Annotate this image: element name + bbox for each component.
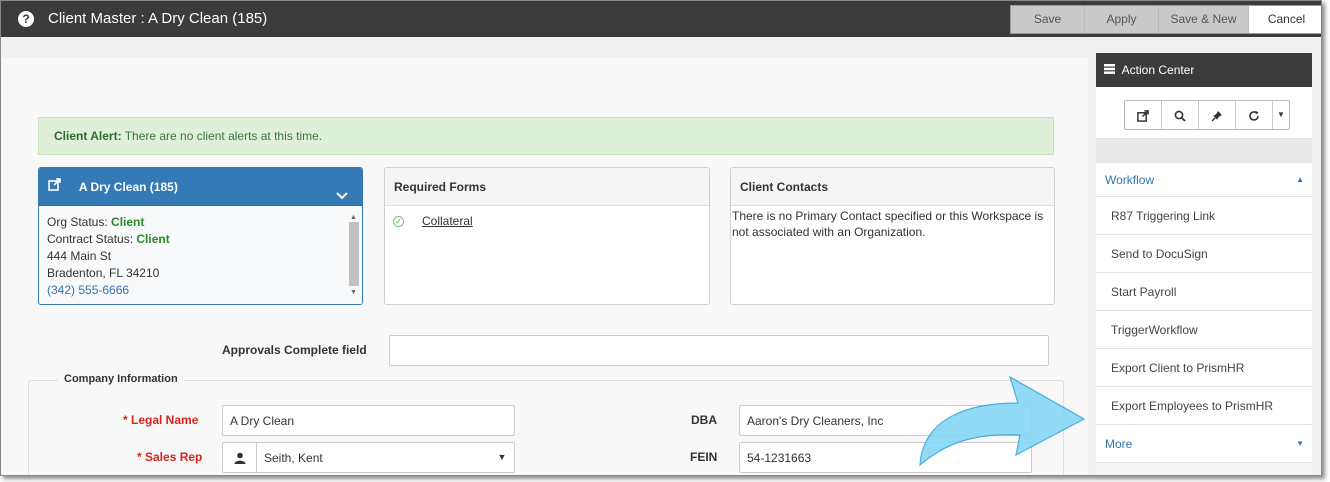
address-line-1: 444 Main St: [47, 249, 112, 263]
collateral-link[interactable]: Collateral: [422, 214, 473, 228]
action-center-title: Action Center: [1121, 63, 1195, 77]
more-label: More: [1105, 437, 1133, 451]
help-icon[interactable]: ?: [18, 11, 34, 27]
company-info-legend: Company Information: [58, 373, 184, 385]
sales-rep-value: Seith, Kent: [264, 451, 323, 465]
action-item[interactable]: Export Client to PrismHR: [1096, 349, 1312, 387]
title-button-group: Save Apply Save & New Cancel: [1010, 5, 1321, 34]
org-panel-title: A Dry Clean (185): [78, 180, 178, 194]
apply-button[interactable]: Apply: [1085, 6, 1159, 33]
sales-rep-select[interactable]: Seith, Kent ▼: [222, 442, 515, 473]
alert-text: There are no client alerts at this time.: [124, 129, 323, 143]
list-icon: [1104, 53, 1115, 87]
action-center: Action Center ▼ Workflow ▲ R87 Triggerin…: [1096, 53, 1312, 475]
caret-down-icon[interactable]: ▼: [490, 443, 514, 472]
org-panel-body: Org Status: Client Contract Status: Clie…: [39, 206, 362, 304]
workflow-section-header[interactable]: Workflow ▲: [1096, 163, 1312, 197]
dropdown-caret-icon[interactable]: ▼: [1273, 101, 1289, 129]
organization-panel: A Dry Clean (185) Org Status: Client Con…: [38, 167, 363, 305]
title-bar: ? Client Master : A Dry Clean (185) Save…: [1, 1, 1321, 37]
sales-rep-label: * Sales Rep: [137, 450, 203, 464]
dba-label: DBA: [691, 413, 717, 427]
action-item[interactable]: Send to DocuSign: [1096, 235, 1312, 273]
action-item[interactable]: Export Employees to PrismHR: [1096, 387, 1312, 425]
org-status-value: Client: [111, 215, 145, 229]
scroll-thumb[interactable]: [349, 222, 359, 286]
required-forms-header: Required Forms: [385, 168, 709, 206]
required-forms-panel: Required Forms ✓ Collateral: [384, 167, 710, 305]
window-title: Client Master : A Dry Clean (185): [48, 10, 268, 27]
caret-up-icon[interactable]: ▲: [1296, 163, 1304, 197]
user-icon: [223, 443, 257, 472]
pin-icon[interactable]: [1199, 101, 1236, 129]
list-item: ✓ Collateral: [385, 206, 709, 236]
approvals-label: Approvals Complete field: [222, 343, 367, 357]
client-contacts-text: There is no Primary Contact specified or…: [732, 209, 1044, 239]
open-external-icon[interactable]: [1125, 101, 1162, 129]
action-item[interactable]: Start Payroll: [1096, 273, 1312, 311]
legal-name-label: * Legal Name: [123, 413, 199, 427]
action-center-toolbar: ▼: [1096, 87, 1312, 139]
more-link[interactable]: More ▼: [1096, 425, 1312, 463]
caret-down-icon[interactable]: ▼: [1296, 425, 1304, 463]
cancel-button[interactable]: Cancel: [1249, 6, 1321, 33]
client-master-window: ? Client Master : A Dry Clean (185) Save…: [0, 0, 1322, 476]
search-icon[interactable]: [1162, 101, 1199, 129]
client-alert: Client Alert: There are no client alerts…: [38, 117, 1054, 155]
phone-link[interactable]: (342) 555-6666: [47, 282, 354, 299]
alert-label: Client Alert:: [54, 129, 122, 143]
check-circle-icon: ✓: [393, 215, 404, 227]
client-contacts-panel: Client Contacts There is no Primary Cont…: [730, 167, 1055, 305]
refresh-icon[interactable]: [1236, 101, 1273, 129]
action-center-header: Action Center: [1096, 53, 1312, 87]
contract-status-label: Contract Status:: [47, 232, 134, 246]
approvals-complete-input[interactable]: [389, 335, 1049, 366]
org-status-label: Org Status:: [47, 215, 108, 229]
curved-arrow-icon: [919, 375, 1086, 467]
save-new-button[interactable]: Save & New: [1159, 6, 1249, 33]
action-item[interactable]: R87 Triggering Link: [1096, 197, 1312, 235]
fein-label: FEIN: [690, 450, 718, 464]
save-button[interactable]: Save: [1011, 6, 1085, 33]
address-line-2: Bradenton, FL 34210: [47, 266, 160, 280]
org-panel-scrollbar[interactable]: ▲ ▼: [348, 209, 360, 301]
scroll-down-arrow-icon[interactable]: ▼: [350, 284, 357, 301]
legal-name-input[interactable]: A Dry Clean: [222, 405, 515, 436]
client-contacts-header: Client Contacts: [731, 168, 1054, 206]
external-link-icon[interactable]: [48, 168, 62, 206]
workflow-section-label: Workflow: [1105, 173, 1155, 187]
contract-status-value: Client: [136, 232, 170, 246]
org-panel-header[interactable]: A Dry Clean (185): [39, 168, 362, 206]
toolbar-button-group: ▼: [1124, 100, 1290, 130]
toolbar-spacer: [1096, 139, 1312, 163]
action-item[interactable]: TriggerWorkflow: [1096, 311, 1312, 349]
